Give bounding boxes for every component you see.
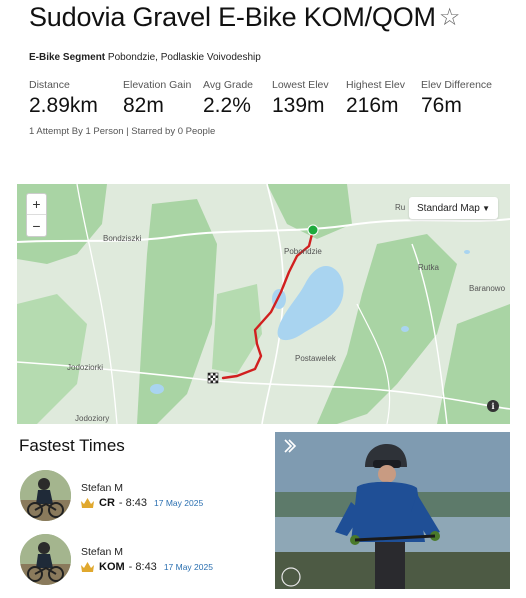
stat-elevation-gain: Elevation Gain 82m (123, 79, 191, 118)
segment-header: Sudovia Gravel E-Bike KOM/QOM ☆ (29, 2, 460, 33)
stat-value: 216m (346, 94, 399, 117)
segment-title: Sudovia Gravel E-Bike KOM/QOM (29, 2, 436, 32)
achievement-badge: KOM (99, 561, 125, 573)
elapsed-time: - 8:43 (118, 497, 148, 509)
stat-value: 139m (272, 94, 325, 117)
fastest-times-heading: Fastest Times (19, 436, 125, 455)
attempts-summary: 1 Attempt By 1 Person | Starred by 0 Peo… (29, 126, 216, 137)
stat-value: 82m (123, 94, 164, 117)
stat-value: 2.2% (203, 94, 251, 117)
result-line: CR - 8:43 17 May 2025 (81, 497, 203, 509)
finish-flag-icon (207, 372, 219, 384)
result-line: KOM - 8:43 17 May 2025 (81, 561, 213, 573)
caret-down-icon: ▼ (482, 203, 490, 213)
star-icon[interactable]: ☆ (439, 3, 461, 32)
stat-label: Elev Difference (421, 79, 493, 91)
stat-elev-difference: Elev Difference 76m (421, 79, 492, 118)
stat-label: Lowest Elev (272, 79, 329, 91)
stat-label: Highest Elev (346, 79, 405, 91)
place-label: Bondziszki (103, 234, 142, 243)
activity-date-link[interactable]: 17 May 2025 (154, 498, 203, 508)
place-label: Postawelek (295, 354, 336, 363)
stat-distance: Distance 2.89km (29, 79, 98, 118)
segment-subtitle: E-Bike Segment Pobondzie, Podlaskie Voiv… (29, 52, 261, 63)
place-label: Jodoziory (75, 414, 110, 423)
stat-value: 2.89km (29, 94, 98, 117)
map-label-partial: Ru (395, 203, 406, 212)
stat-label: Avg Grade (203, 79, 254, 91)
zoom-control: + − (26, 193, 47, 237)
stat-value: 76m (421, 94, 462, 117)
leaderboard-entry[interactable]: Stefan M KOM - 8:43 17 May 2025 (20, 534, 260, 586)
segment-type: E-Bike Segment (29, 52, 106, 63)
crown-icon (81, 562, 94, 572)
place-label: Baranowo (469, 284, 506, 293)
segment-map[interactable]: Bondziszki Pobondzie Rutka Baranowo Jodo… (17, 184, 510, 424)
map-canvas[interactable] (17, 184, 510, 424)
map-style-dropdown[interactable]: Standard Map ▼ (409, 197, 498, 219)
map-style-label: Standard Map (417, 202, 480, 214)
elapsed-time: - 8:43 (128, 561, 157, 573)
zoom-in-button[interactable]: + (27, 194, 46, 215)
stat-avg-grade: Avg Grade 2.2% (203, 79, 253, 118)
crown-icon (81, 498, 94, 508)
start-marker (307, 224, 319, 236)
avatar[interactable] (20, 534, 71, 585)
stat-label: Elevation Gain (123, 79, 192, 91)
stat-lowest-elev: Lowest Elev 139m (272, 79, 329, 118)
zoom-out-button[interactable]: − (27, 215, 46, 236)
activity-date-link[interactable]: 17 May 2025 (164, 562, 213, 572)
leaderboard-entry[interactable]: Stefan M CR - 8:43 17 May 2025 (20, 470, 260, 522)
athlete-name[interactable]: Stefan M (81, 482, 123, 494)
stat-highest-elev: Highest Elev 216m (346, 79, 405, 118)
place-label: Rutka (418, 263, 439, 272)
place-label: Pobondzie (284, 247, 322, 256)
info-icon[interactable]: i (487, 400, 499, 412)
athlete-name[interactable]: Stefan M (81, 546, 123, 558)
segment-photo[interactable] (275, 432, 510, 589)
segment-location: Pobondzie, Podlaskie Voivodeship (107, 52, 261, 63)
stat-label: Distance (29, 79, 70, 91)
avatar[interactable] (20, 470, 71, 521)
achievement-badge: CR (99, 497, 115, 509)
place-label: Jodoziorki (67, 363, 104, 372)
